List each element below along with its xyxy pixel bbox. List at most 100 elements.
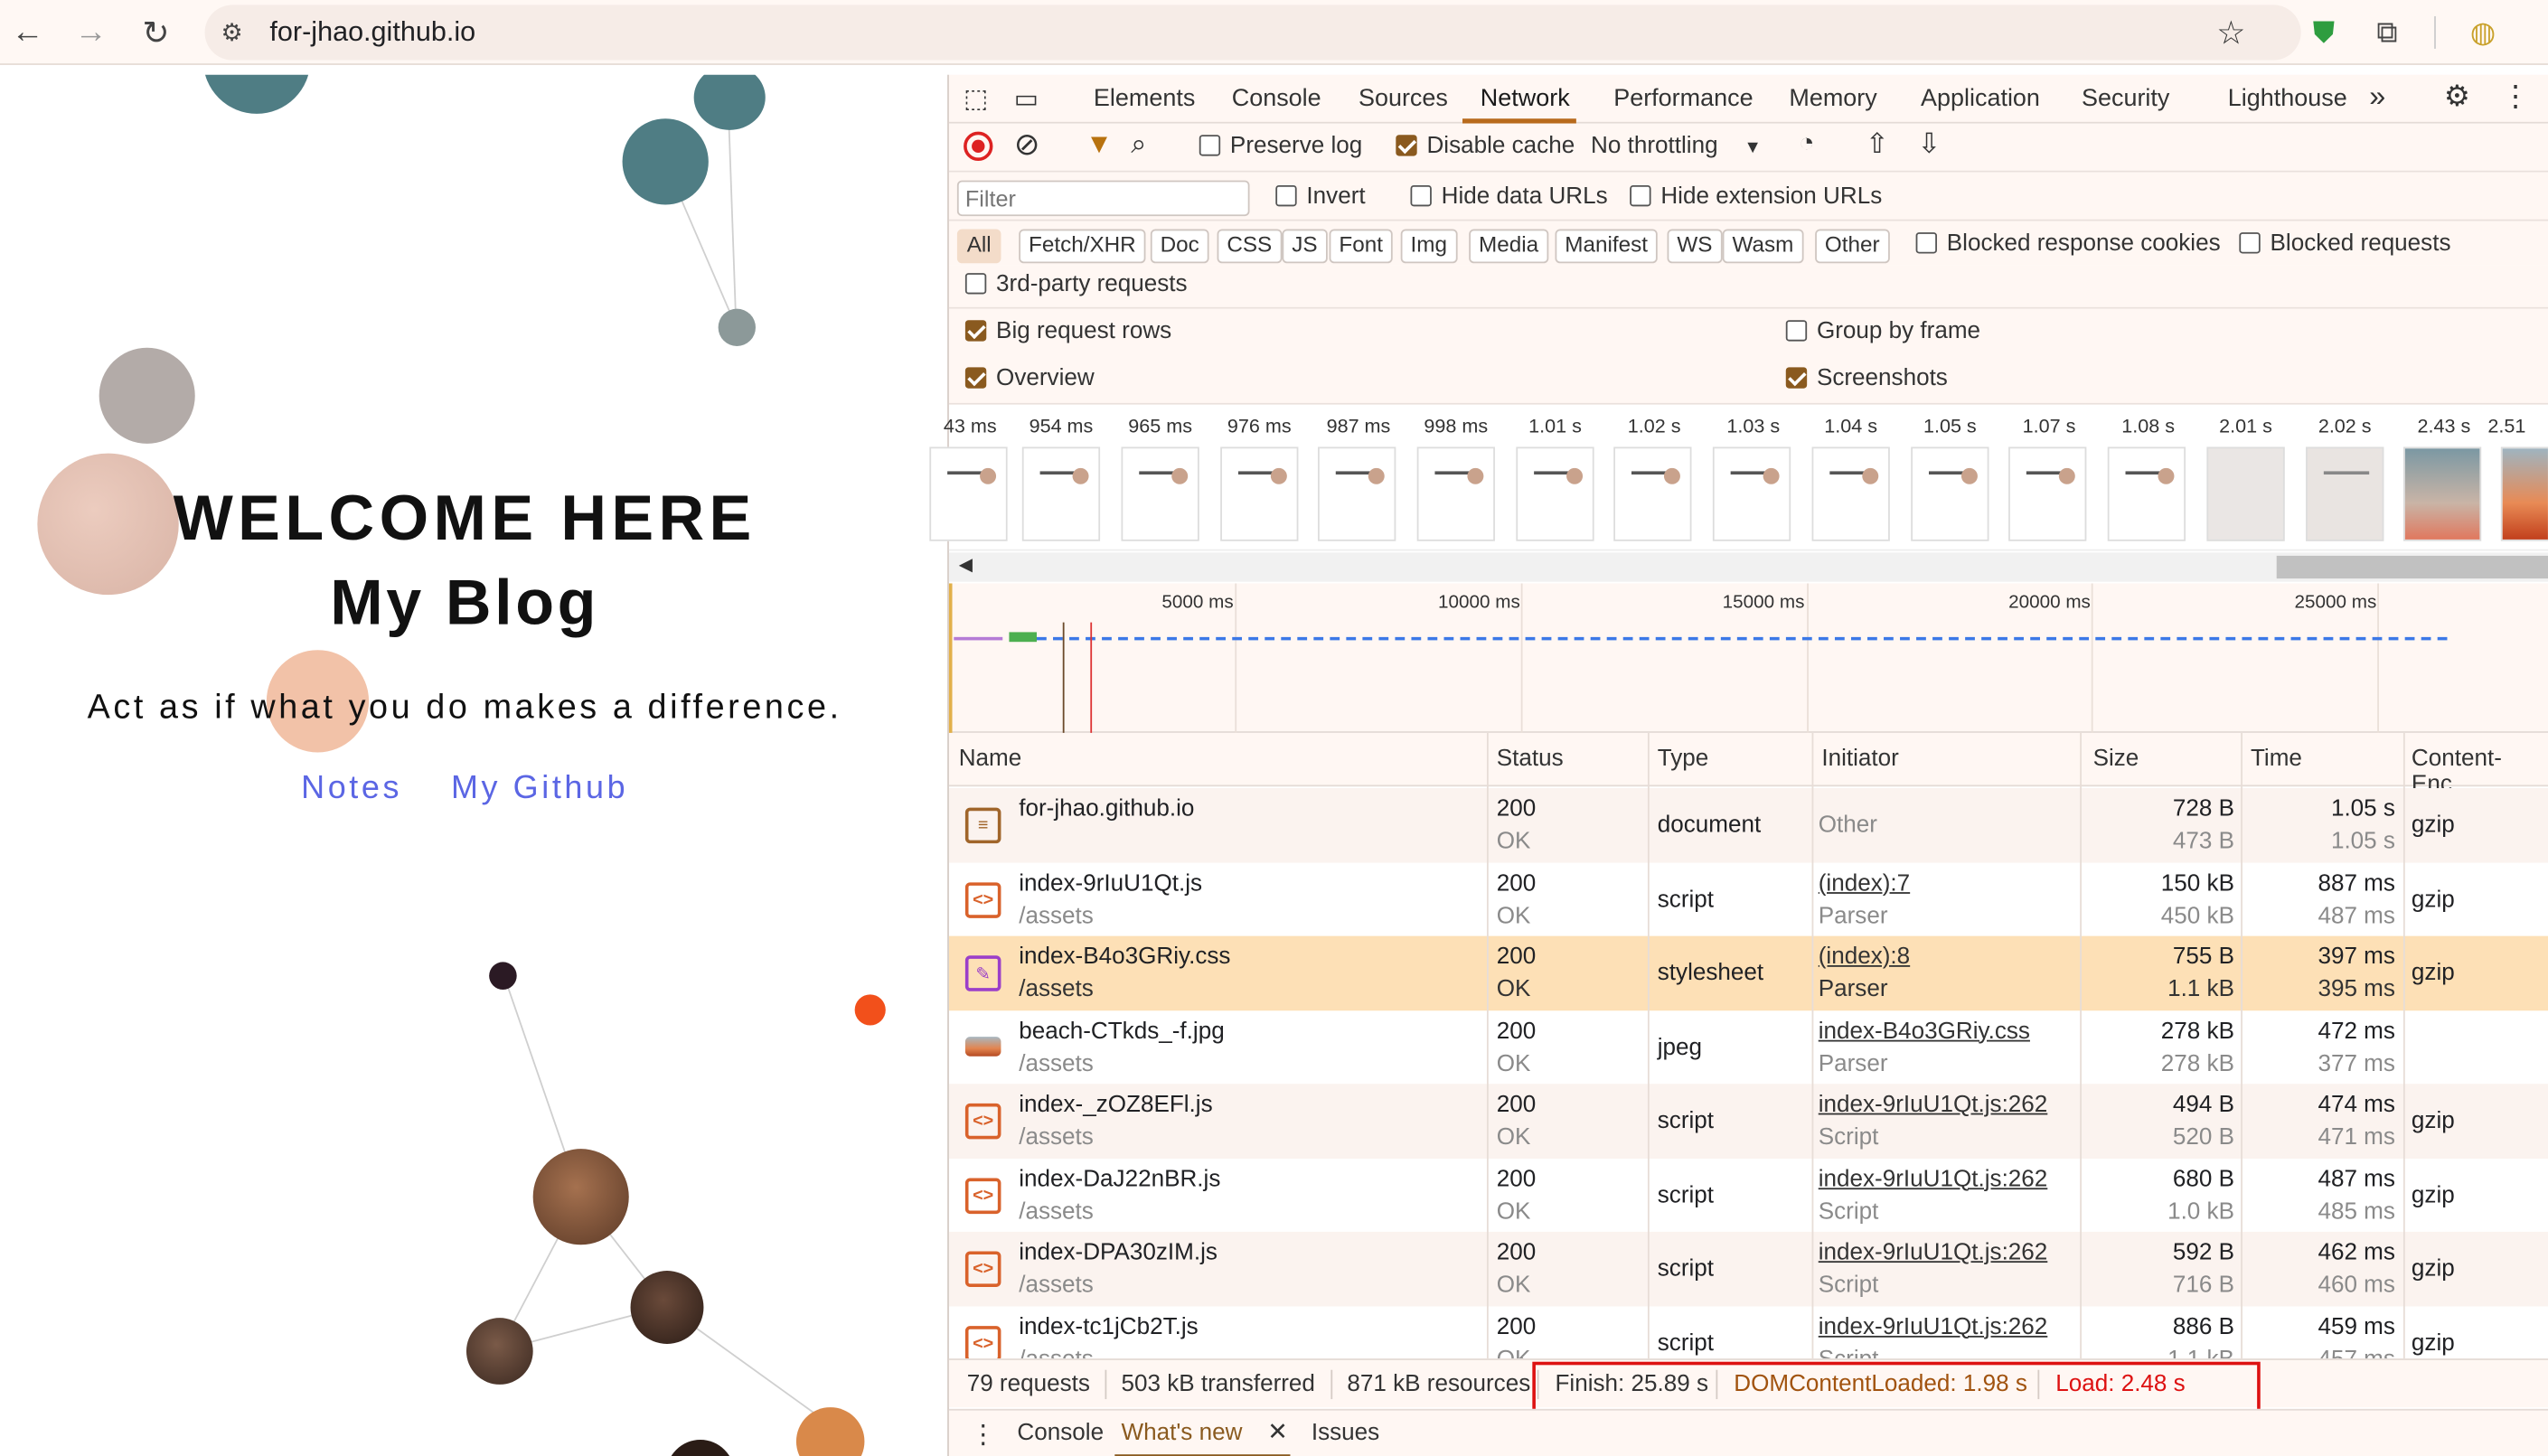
screenshot-thumb[interactable]	[1712, 446, 1791, 541]
screenshot-thumb[interactable]	[2500, 446, 2548, 541]
address-bar[interactable]: ⚙ for-jhao.github.io ☆	[204, 5, 2301, 61]
tab-application[interactable]: Application	[1921, 84, 2040, 112]
table-row[interactable]: ≡ for-jhao.github.io 200 OK document Other 728…	[948, 788, 2548, 862]
table-row[interactable]: <> index-_zOZ8EFl.js/assets 200 OK script ind…	[948, 1084, 2548, 1159]
type-filter-other[interactable]: Other	[1815, 229, 1890, 264]
type-filter-media[interactable]: Media	[1469, 229, 1548, 264]
record-stop-icon[interactable]	[964, 131, 993, 162]
hide-data-urls-checkbox[interactable]: Hide data URLs	[1410, 183, 1608, 210]
shield-extension-icon[interactable]: ⛊	[2304, 13, 2343, 52]
screenshot-thumb[interactable]	[1613, 446, 1692, 541]
invert-checkbox[interactable]: Invert	[1275, 183, 1366, 210]
hide-extension-urls-checkbox[interactable]: Hide extension URLs	[1630, 183, 1882, 210]
profile-avatar[interactable]: ◍	[2463, 13, 2502, 52]
close-tab-icon[interactable]: ✕	[1267, 1417, 1288, 1447]
bookmark-star-icon[interactable]: ☆	[2216, 13, 2245, 53]
screenshot-thumb[interactable]	[1416, 446, 1495, 541]
preserve-log-checkbox[interactable]: Preserve log	[1199, 133, 1362, 159]
throttling-select[interactable]: No throttling ▼	[1591, 133, 1762, 159]
selection-handle[interactable]	[948, 583, 953, 733]
disable-cache-checkbox[interactable]: Disable cache	[1396, 133, 1575, 159]
request-name[interactable]: index-_zOZ8EFl.js	[1019, 1092, 1212, 1118]
back-arrow-icon[interactable]: ←	[8, 13, 47, 52]
request-name[interactable]: index-DaJ22nBR.js	[1019, 1166, 1220, 1192]
table-row[interactable]: <> index-DPA30zIM.js/assets 200 OK script ind…	[948, 1231, 2548, 1306]
kebab-menu-icon[interactable]: ⋮	[2501, 80, 2530, 114]
screenshot-thumb[interactable]	[1220, 446, 1299, 541]
screenshot-thumb[interactable]	[2107, 446, 2186, 541]
table-row[interactable]: beach-CTkds_-f.jpg/assets 200 OK jpeg index-…	[948, 1010, 2548, 1085]
drawer-tab-issues[interactable]: Issues	[1312, 1420, 1379, 1446]
screenshot-thumb[interactable]	[2306, 446, 2384, 541]
group-by-frame-checkbox[interactable]: Group by frame	[1785, 318, 1980, 344]
screenshot-thumb[interactable]	[2008, 446, 2087, 541]
filter-funnel-icon[interactable]: ▼	[1086, 128, 1113, 161]
blocked-requests-checkbox[interactable]: Blocked requests	[2239, 230, 2451, 257]
table-row[interactable]: ✎ index-B4o3GRiy.css/assets 200 OK styleshee…	[948, 935, 2548, 1010]
tab-network[interactable]: Network	[1481, 84, 1570, 112]
screenshots-checkbox[interactable]: Screenshots	[1785, 366, 1948, 391]
extensions-puzzle-icon[interactable]: ⧉	[2367, 13, 2406, 52]
type-filter-fetch[interactable]: Fetch/XHR	[1019, 229, 1146, 264]
third-party-checkbox[interactable]: 3rd-party requests	[964, 271, 1188, 297]
forward-arrow-icon[interactable]: →	[71, 13, 110, 52]
initiator[interactable]: (index):8	[1819, 944, 1910, 971]
screenshot-thumb[interactable]	[1021, 446, 1101, 541]
initiator[interactable]: index-B4o3GRiy.css	[1819, 1018, 2030, 1044]
tab-lighthouse[interactable]: Lighthouse	[2228, 84, 2347, 112]
export-har-icon[interactable]: ⇩	[1917, 128, 1941, 161]
initiator[interactable]: index-9rIuU1Qt.js:262	[1819, 1166, 2048, 1192]
type-filter-ws[interactable]: WS	[1667, 229, 1723, 264]
type-filter-wasm[interactable]: Wasm	[1722, 229, 1804, 264]
search-icon[interactable]: ⌕	[1131, 128, 1146, 161]
tab-console[interactable]: Console	[1232, 84, 1321, 112]
filter-input[interactable]	[956, 180, 1250, 217]
big-request-rows-checkbox[interactable]: Big request rows	[964, 318, 1171, 344]
type-filter-all[interactable]: All	[956, 229, 1001, 264]
type-filter-js[interactable]: JS	[1282, 229, 1328, 264]
col-name[interactable]: Name	[959, 746, 1022, 772]
overview-timeline[interactable]: 5000 ms 10000 ms 15000 ms 20000 ms 25000…	[948, 583, 2548, 733]
tab-security[interactable]: Security	[2082, 84, 2169, 112]
blocked-response-cookies-checkbox[interactable]: Blocked response cookies	[1915, 230, 2221, 257]
overview-checkbox[interactable]: Overview	[964, 366, 1095, 391]
table-row[interactable]: <> index-tc1jCb2T.js/assets 200 OK script ind…	[948, 1305, 2548, 1359]
more-tabs-icon[interactable]: »	[2369, 80, 2385, 114]
screenshot-thumb[interactable]	[2206, 446, 2285, 541]
drawer-menu-icon[interactable]: ⋮	[970, 1419, 996, 1451]
import-har-icon[interactable]: ⇧	[1866, 128, 1889, 161]
reload-icon[interactable]: ↻	[136, 13, 175, 52]
url-text[interactable]: for-jhao.github.io	[269, 16, 475, 49]
filmstrip-scrollbar[interactable]: ◀	[948, 552, 2548, 582]
initiator[interactable]: index-9rIuU1Qt.js:262	[1819, 1314, 2048, 1340]
initiator[interactable]: index-9rIuU1Qt.js:262	[1819, 1240, 2048, 1266]
request-name[interactable]: beach-CTkds_-f.jpg	[1019, 1018, 1224, 1044]
scrollbar-thumb[interactable]	[2276, 555, 2548, 579]
tab-sources[interactable]: Sources	[1359, 84, 1448, 112]
col-status[interactable]: Status	[1497, 746, 1564, 772]
inspect-element-icon[interactable]: ⬚	[964, 83, 988, 116]
request-name[interactable]: index-9rIuU1Qt.js	[1019, 870, 1202, 897]
clear-icon[interactable]: ⊘	[1014, 127, 1040, 164]
request-name[interactable]: index-B4o3GRiy.css	[1019, 944, 1230, 971]
drawer-tab-console[interactable]: Console	[1017, 1420, 1104, 1446]
type-filter-css[interactable]: CSS	[1217, 229, 1283, 264]
initiator[interactable]: index-9rIuU1Qt.js:262	[1819, 1092, 2048, 1118]
settings-gear-icon[interactable]: ⚙	[2444, 80, 2470, 114]
request-name[interactable]: index-DPA30zIM.js	[1019, 1240, 1218, 1266]
tab-performance[interactable]: Performance	[1613, 84, 1753, 112]
scroll-left-icon[interactable]: ◀	[959, 554, 973, 576]
screenshot-thumb[interactable]	[1318, 446, 1396, 541]
col-size[interactable]: Size	[2093, 746, 2139, 772]
drawer-tab-whats-new[interactable]: What's new	[1121, 1420, 1242, 1446]
type-filter-manifest[interactable]: Manifest	[1555, 229, 1658, 264]
col-initiator[interactable]: Initiator	[1821, 746, 1899, 772]
screenshot-thumb[interactable]	[1811, 446, 1890, 541]
notes-link[interactable]: Notes	[301, 770, 402, 806]
col-type[interactable]: Type	[1658, 746, 1709, 772]
screenshot-thumb[interactable]	[1911, 446, 1989, 541]
col-time[interactable]: Time	[2251, 746, 2302, 772]
tab-elements[interactable]: Elements	[1094, 84, 1195, 112]
site-info-icon[interactable]: ⚙	[221, 18, 243, 48]
request-name[interactable]: index-tc1jCb2T.js	[1019, 1314, 1199, 1340]
